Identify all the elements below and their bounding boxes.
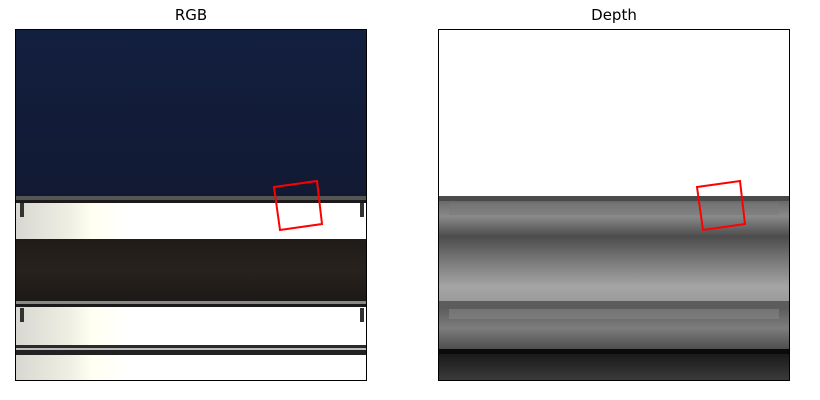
- rgb-image: [15, 29, 367, 381]
- rgb-scene: [16, 30, 366, 380]
- depth-panel-title: Depth: [591, 6, 637, 24]
- rgb-panel-title: RGB: [174, 6, 208, 24]
- depth-scene: [439, 30, 789, 380]
- depth-image: [438, 29, 790, 381]
